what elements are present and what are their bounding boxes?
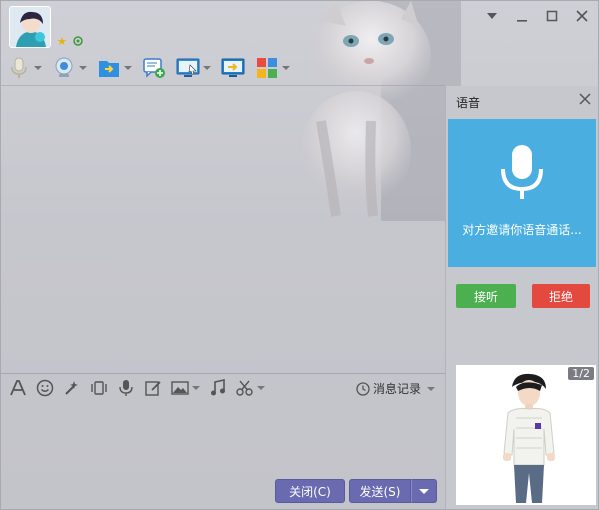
microphone-icon [501,145,543,199]
voice-call-button[interactable] [7,57,42,79]
voice-call-panel: 语音 对方邀请你语音通话... 接听 拒绝 1/2 [445,86,598,509]
voice-message-icon[interactable] [117,379,135,397]
dropdown-caret-icon[interactable] [124,66,132,70]
vip-star-icon: ★ [57,35,67,48]
input-toolbar-icons [9,379,265,397]
screenshot-dropdown-caret-icon[interactable] [257,386,265,390]
video-call-button[interactable] [52,57,87,79]
screenshot-icon[interactable] [236,379,254,397]
new-chat-button[interactable] [142,57,166,79]
status-icon [73,36,83,46]
contact-avatar[interactable] [9,6,51,48]
send-file-button[interactable] [97,57,132,79]
apps-button[interactable] [255,57,290,79]
maximize-button[interactable] [542,7,562,25]
panel-title: 语音 [456,96,481,110]
window-controls [482,7,592,25]
chevron-down-icon[interactable] [482,7,502,25]
font-icon[interactable] [9,379,27,397]
accept-call-button[interactable]: 接听 [456,284,516,308]
show-page-indicator[interactable]: 1/2 [568,367,594,380]
vibrate-icon[interactable] [90,379,108,397]
emoji-icon[interactable] [36,379,54,397]
main-toolbar [7,55,300,81]
close-button[interactable] [572,7,592,25]
message-history-button[interactable]: 消息记录 [356,380,435,397]
send-button[interactable]: 发送(S) [349,479,411,503]
share-screen-icon [221,58,245,77]
close-icon[interactable] [578,92,592,106]
apps-icon [257,58,277,78]
chevron-down-icon [419,488,429,494]
message-area[interactable] [1,86,445,373]
voice-invite-text: 对方邀请你语音通话... [462,223,582,237]
minimize-button[interactable] [512,7,532,25]
clock-icon [356,381,370,396]
image-icon[interactable] [171,379,189,397]
microphone-icon [11,57,27,78]
share-screen-button[interactable] [221,57,245,79]
close-chat-button[interactable]: 关闭(C) [275,479,345,503]
input-toolbar: 消息记录 [1,373,445,401]
title-bar: ★ [1,1,598,51]
dropdown-caret-icon[interactable] [79,66,87,70]
avatar-show[interactable]: 1/2 [456,365,596,505]
reject-call-button[interactable]: 拒绝 [532,284,590,308]
message-history-label: 消息记录 [372,382,421,396]
voice-invite-box: 对方邀请你语音通话... [448,119,596,267]
remote-assist-button[interactable] [176,57,211,79]
send-options-button[interactable] [411,479,437,503]
camera-icon [55,57,73,77]
history-dropdown-caret-icon[interactable] [427,386,435,391]
remote-assist-icon [176,58,200,77]
send-file-icon [99,61,119,77]
magic-icon[interactable] [63,379,81,397]
music-icon[interactable] [209,379,227,397]
image-dropdown-caret-icon[interactable] [192,386,200,390]
new-chat-icon [143,58,165,78]
message-input[interactable] [1,401,445,475]
dropdown-caret-icon[interactable] [34,66,42,70]
dropdown-caret-icon[interactable] [203,66,211,70]
avatar-image [10,7,50,47]
edit-icon[interactable] [144,379,162,397]
character-figure [503,373,555,503]
dropdown-caret-icon[interactable] [282,66,290,70]
chat-window: ★ 消息记录 关闭(C) 发送(S) 语音 对方邀请你语音通话... 接听 拒绝… [0,0,599,510]
